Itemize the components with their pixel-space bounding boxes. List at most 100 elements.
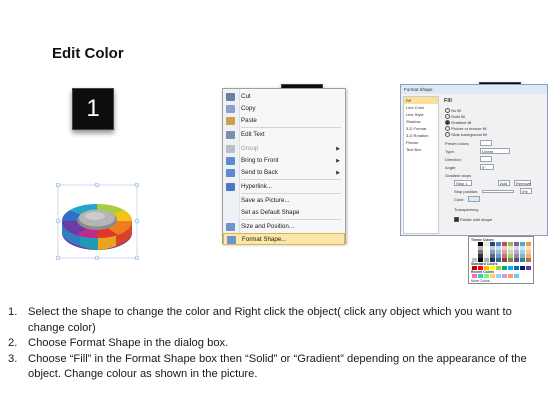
nav-item-3d-format[interactable]: 3-D Format [404, 125, 438, 132]
direction-button[interactable] [480, 156, 492, 162]
slide-title: Edit Color [52, 45, 124, 62]
step-badge-1: 1 [72, 88, 114, 130]
radio-gradient-fill[interactable]: Gradient fill [445, 120, 471, 126]
standard-color-swatch[interactable] [526, 266, 531, 270]
stop-position-slider[interactable] [482, 190, 514, 193]
send-back-icon [226, 169, 235, 177]
theme-color-swatch[interactable] [520, 258, 525, 262]
menu-item-label: Save as Picture... [241, 197, 290, 204]
rotate-with-shape-checkbox[interactable]: Rotate with shape [454, 217, 492, 223]
menu-item-edit-text[interactable]: Edit Text [223, 129, 345, 141]
radio-picture-fill[interactable]: Picture or texture fill [445, 126, 486, 132]
stop-position-label: Stop position: [454, 189, 479, 194]
menu-item-paste[interactable]: Paste [223, 115, 345, 127]
menu-item-save-as-picture[interactable]: Save as Picture... [223, 195, 345, 207]
stop-select[interactable]: Stop 1 [454, 180, 472, 186]
radio-solid-fill[interactable]: Solid fill [445, 114, 465, 120]
radio-no-fill[interactable]: No fill [445, 108, 461, 114]
menu-item-copy[interactable]: Copy [223, 103, 345, 115]
instruction-item: 2. Choose Format Shape in the dialog box. [8, 337, 229, 350]
menu-item-send-to-back[interactable]: Send to Back ▶ [223, 167, 345, 179]
stop-position-input[interactable]: 0% [520, 188, 532, 194]
menu-item-label: Hyperlink... [241, 183, 272, 190]
angle-label: Angle: [445, 165, 457, 170]
color-label: Color: [454, 197, 465, 202]
add-stop-button[interactable]: Add [498, 180, 510, 186]
standard-color-swatch[interactable] [508, 266, 513, 270]
recent-color-swatch[interactable] [472, 274, 477, 278]
menu-item-format-shape[interactable]: Format Shape... [223, 233, 345, 245]
ring-graphic [56, 183, 139, 260]
bring-front-icon [226, 157, 235, 165]
menu-item-label: Set as Default Shape [241, 209, 300, 216]
menu-separator [241, 179, 341, 180]
recent-color-swatch[interactable] [484, 274, 489, 278]
menu-item-label: Group [241, 145, 259, 152]
color-picker-button[interactable] [468, 196, 480, 202]
menu-item-set-as-default-shape[interactable]: Set as Default Shape [223, 207, 345, 219]
remove-stop-button[interactable]: Remove [514, 180, 531, 186]
theme-color-swatch[interactable] [502, 258, 507, 262]
recent-color-swatch[interactable] [502, 274, 507, 278]
nav-item-line-style[interactable]: Line Style [404, 111, 438, 118]
gradient-stops-label: Gradient stops [445, 173, 472, 178]
radio-slide-background-fill[interactable]: Slide background fill [445, 132, 487, 138]
context-menu: Cut Copy Paste Edit Text Group ▶ Bring to Fron… [222, 88, 346, 245]
menu-item-label: Cut [241, 93, 251, 100]
paste-icon [226, 117, 235, 125]
menu-item-cut[interactable]: Cut [223, 91, 345, 103]
size-position-icon [226, 223, 235, 231]
menu-item-bring-to-front[interactable]: Bring to Front ▶ [223, 155, 345, 167]
standard-color-swatch[interactable] [496, 266, 501, 270]
angle-input[interactable]: 0° [480, 164, 494, 170]
format-shape-icon [227, 236, 236, 244]
recent-color-swatch[interactable] [514, 274, 519, 278]
recent-color-swatch[interactable] [508, 274, 513, 278]
nav-item-fill[interactable]: Fill [404, 97, 438, 104]
dialog-nav-list: Fill Line Color Line Style Shadow 3-D Fo… [403, 96, 439, 234]
menu-separator [241, 219, 341, 220]
direction-label: Direction: [445, 157, 462, 162]
nav-item-shadow[interactable]: Shadow [404, 118, 438, 125]
fill-heading: Fill [444, 98, 452, 104]
theme-color-palette: Theme Colors Standard Colors Recent Colo… [468, 236, 534, 284]
nav-item-3d-rotation[interactable]: 3-D Rotation [404, 132, 438, 139]
menu-item-label: Paste [241, 117, 257, 124]
type-select[interactable]: Linear [480, 148, 510, 154]
theme-color-swatch[interactable] [508, 258, 513, 262]
menu-item-group[interactable]: Group ▶ [223, 143, 345, 155]
theme-color-swatch[interactable] [526, 258, 531, 262]
menu-item-size-and-position[interactable]: Size and Position... [223, 221, 345, 233]
submenu-arrow-icon: ▶ [336, 170, 340, 176]
standard-color-swatch[interactable] [514, 266, 519, 270]
standard-color-swatch[interactable] [520, 266, 525, 270]
selected-ring-shape[interactable] [56, 183, 139, 260]
dialog-title: Format Shape [401, 85, 547, 94]
menu-item-hyperlink[interactable]: Hyperlink... [223, 181, 345, 193]
instruction-item: 1. Select the shape to change the color a… [8, 306, 512, 334]
transparency-label: Transparency: [454, 207, 480, 212]
scissors-icon [226, 93, 235, 101]
standard-color-swatch[interactable] [502, 266, 507, 270]
nav-item-text-box[interactable]: Text Box [404, 146, 438, 153]
copy-icon [226, 105, 235, 113]
menu-separator [241, 193, 341, 194]
recent-color-swatch[interactable] [490, 274, 495, 278]
preset-colors-label: Preset colors: [445, 141, 470, 146]
instruction-list: 1. Select the shape to change the color a… [0, 305, 560, 383]
theme-color-swatch[interactable] [514, 258, 519, 262]
submenu-arrow-icon: ▶ [336, 146, 340, 152]
fill-pane: Fill No fill Solid fill Gradient fill Pi… [442, 96, 546, 234]
nav-item-picture[interactable]: Picture [404, 139, 438, 146]
recent-color-swatch[interactable] [478, 274, 483, 278]
more-colors-link[interactable]: More Colors... [471, 279, 492, 283]
menu-item-label: Edit Text [241, 131, 265, 138]
submenu-arrow-icon: ▶ [336, 158, 340, 164]
recent-color-swatch[interactable] [496, 274, 501, 278]
menu-item-label: Send to Back [241, 169, 278, 176]
instruction-item: 3. Choose “Fill” in the Format Shape box … [8, 352, 527, 381]
format-shape-dialog: Format Shape Fill Line Color Line Style … [400, 84, 548, 236]
nav-item-line-color[interactable]: Line Color [404, 104, 438, 111]
edit-text-icon [226, 131, 235, 139]
preset-colors-button[interactable] [480, 140, 492, 146]
